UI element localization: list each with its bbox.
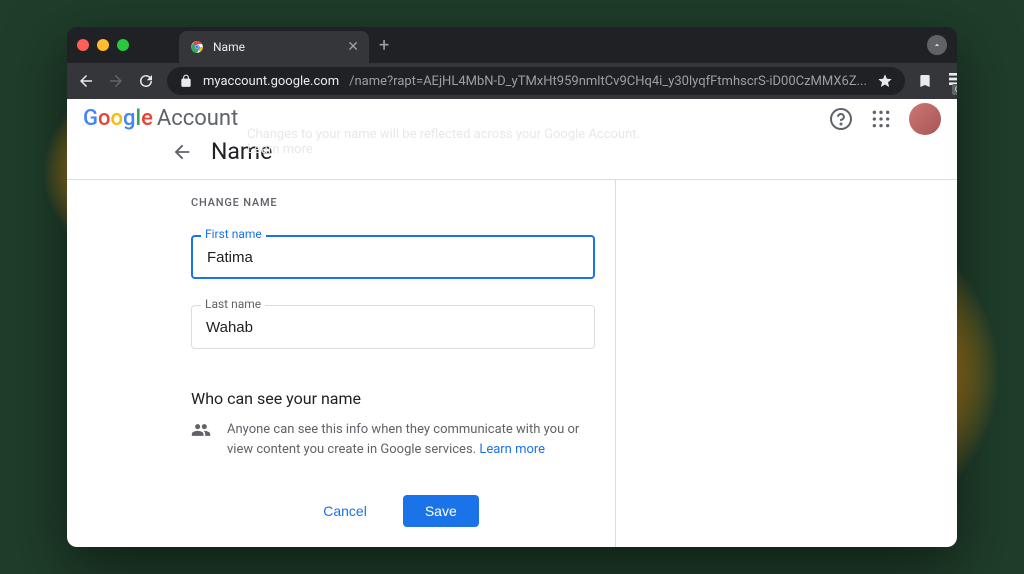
url-domain: myaccount.google.com	[203, 74, 339, 89]
tab-title: Name	[213, 40, 245, 54]
titlebar: Name ✕ +	[67, 27, 957, 63]
account-avatar[interactable]	[909, 103, 941, 135]
tab-close-button[interactable]: ✕	[347, 39, 359, 55]
privacy-title: Who can see your name	[191, 389, 595, 408]
new-tab-button[interactable]: +	[379, 35, 389, 56]
reload-button[interactable]	[137, 72, 155, 90]
section-label: CHANGE NAME	[191, 196, 595, 209]
tab-overview-button[interactable]	[927, 35, 947, 55]
ghost-description: Changes to your name will be reflected a…	[247, 127, 667, 157]
tab-favicon	[189, 39, 205, 55]
first-name-input[interactable]	[191, 235, 595, 279]
last-name-input[interactable]	[191, 305, 595, 349]
last-name-label: Last name	[201, 297, 265, 311]
first-name-field: First name	[191, 235, 595, 279]
cancel-button[interactable]: Cancel	[307, 495, 383, 527]
address-bar: myaccount.google.com/name?rapt=AEjHL4MbN…	[67, 63, 957, 99]
forward-button[interactable]	[107, 72, 125, 90]
back-button[interactable]	[77, 72, 95, 90]
window-maximize-button[interactable]	[117, 39, 129, 51]
name-form-card: CHANGE NAME First name Last name Who can…	[171, 180, 616, 547]
bookmark-star-icon[interactable]	[877, 73, 893, 89]
last-name-field: Last name	[191, 305, 595, 349]
window-close-button[interactable]	[77, 39, 89, 51]
url-path: /name?rapt=AEjHL4MbN-D_yTMxHt959nmltCv9C…	[349, 74, 867, 89]
privacy-description: Anyone can see this info when they commu…	[227, 420, 595, 459]
extension-badge[interactable]: Off	[947, 71, 957, 91]
window-minimize-button[interactable]	[97, 39, 109, 51]
account-label: Account	[157, 106, 238, 131]
lock-icon	[179, 74, 193, 88]
reader-icon[interactable]	[917, 73, 933, 89]
learn-more-link[interactable]: Learn more	[479, 442, 545, 457]
page-content: Changes to your name will be reflected a…	[67, 99, 957, 547]
help-icon[interactable]	[829, 107, 853, 131]
browser-window: Name ✕ + myaccount.google.com/name?rapt=…	[67, 27, 957, 547]
people-icon	[191, 420, 211, 459]
google-logo[interactable]: Google Account	[83, 106, 238, 131]
apps-grid-icon[interactable]	[871, 109, 891, 129]
browser-tab[interactable]: Name ✕	[179, 31, 369, 63]
url-field[interactable]: myaccount.google.com/name?rapt=AEjHL4MbN…	[167, 67, 905, 95]
first-name-label: First name	[201, 227, 266, 241]
back-arrow-icon[interactable]	[171, 141, 193, 163]
save-button[interactable]: Save	[403, 495, 479, 527]
